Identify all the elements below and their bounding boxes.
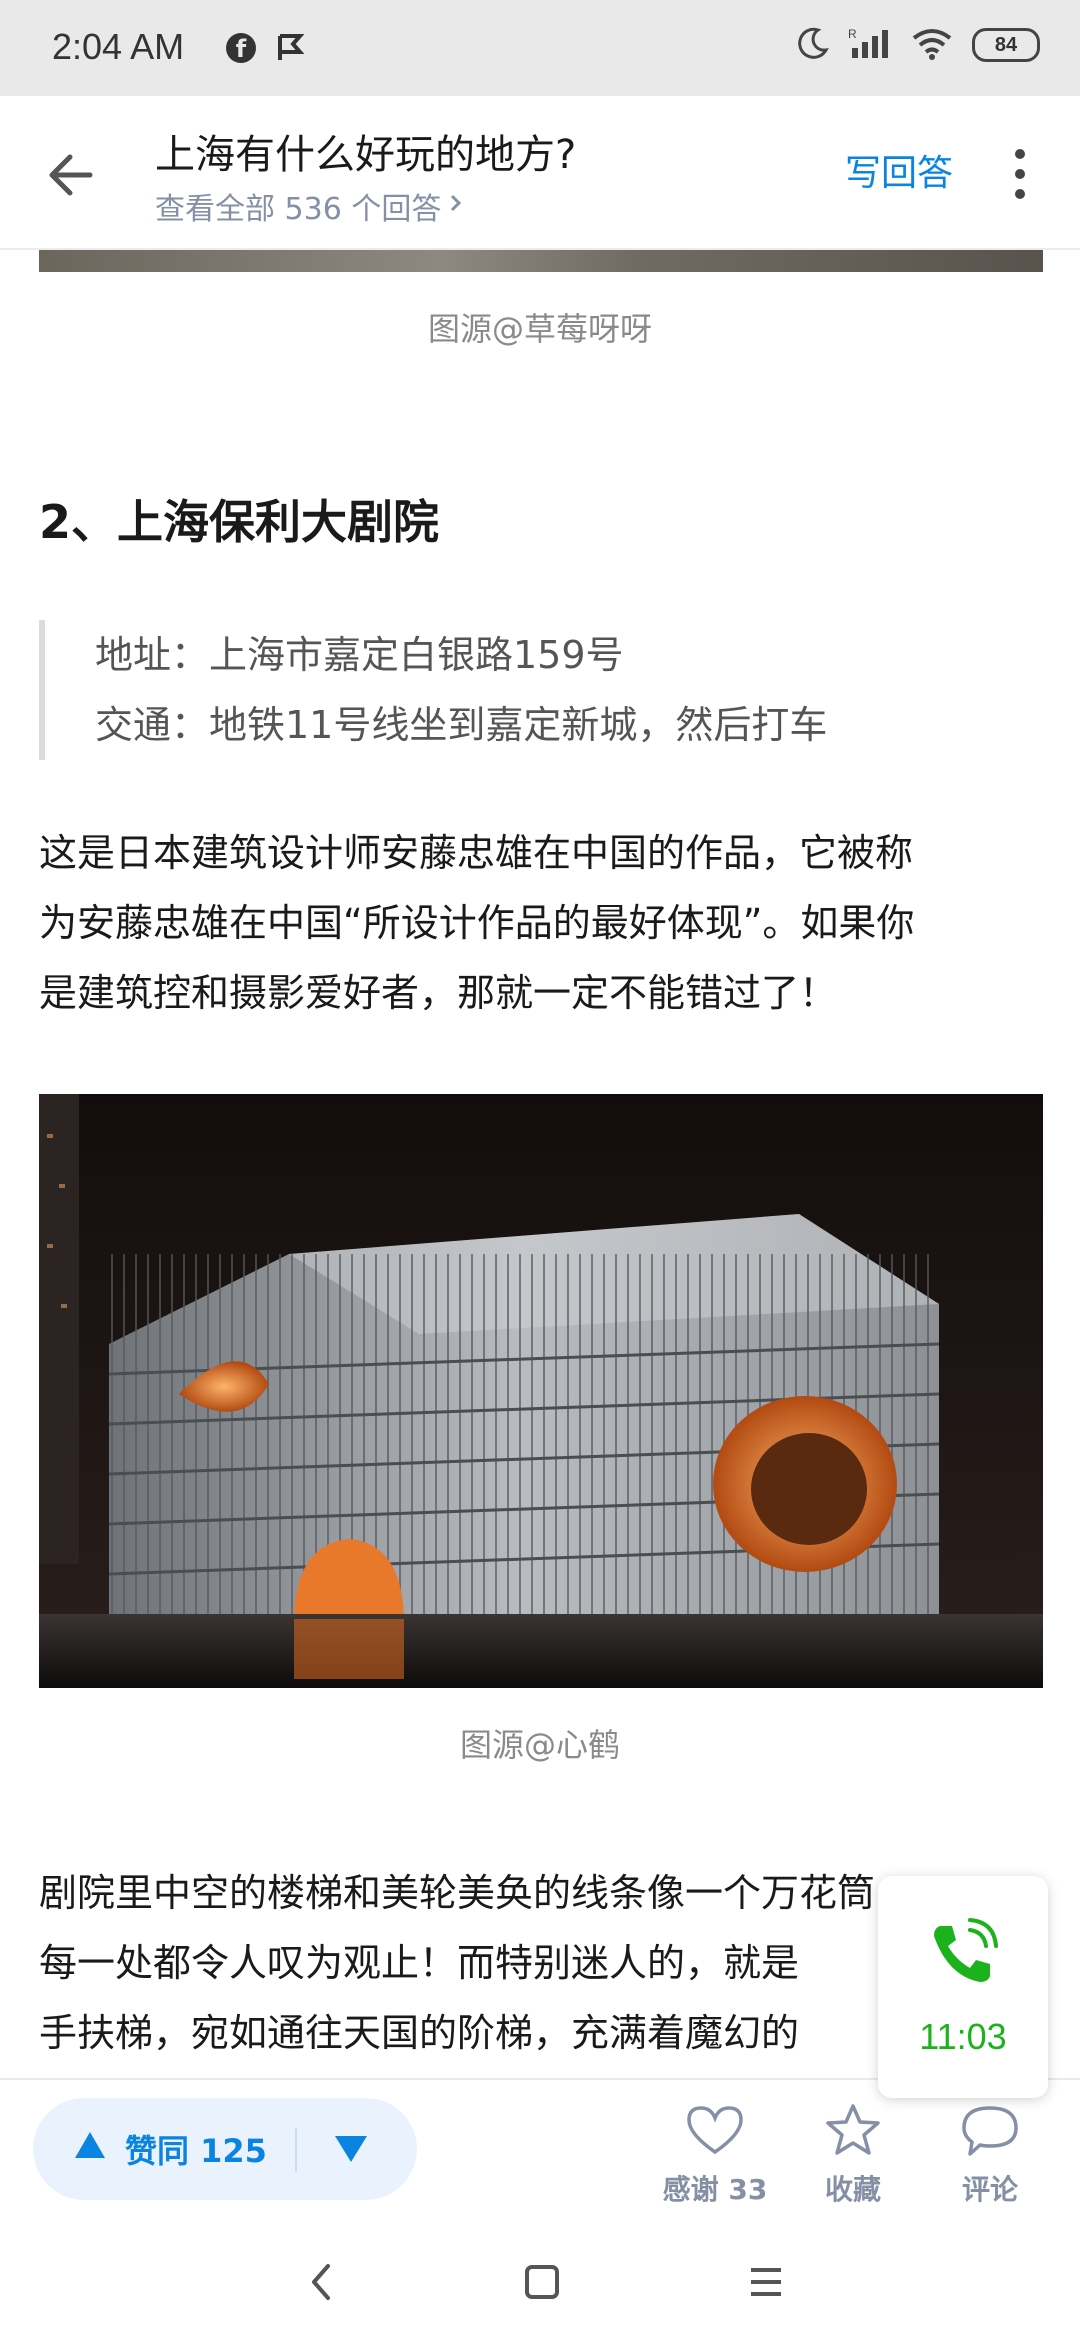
paragraph-line: 为安藤忠雄在中国“所设计作品的最好体现”。如果你 (39, 901, 915, 945)
more-options-icon[interactable] (1005, 144, 1035, 204)
question-header: 上海有什么好玩的地方? 查看全部 536 个回答 写回答 (0, 96, 1080, 250)
upvote-button[interactable]: 赞同 125 (73, 2098, 267, 2200)
photo-caption: 图源@草莓呀呀 (427, 310, 652, 348)
status-time: 2:04 AM (52, 26, 185, 67)
view-all-answers-label: 查看全部 536 个回答 (155, 192, 442, 227)
paragraph-line: 这是日本建筑设计师安藤忠雄在中国的作品，它被称 (39, 831, 914, 875)
speech-bubble-icon (960, 2106, 1020, 2162)
chevron-right-icon (447, 189, 465, 224)
previous-photo-bottom (39, 248, 1043, 272)
paragraph: 这是日本建筑设计师安藤忠雄在中国的作品，它被称 为安藤忠雄在中国“所设计作品的最… (39, 818, 1049, 1028)
flag-icon (276, 32, 306, 66)
downvote-button[interactable] (333, 2132, 369, 2168)
vote-control: 赞同 125 (33, 2098, 417, 2200)
paragraph-line: 是建筑控和摄影爱好者，那就一定不能错过了！ (39, 971, 838, 1015)
theatre-photo[interactable] (39, 1094, 1043, 1688)
status-bar: 2:04 AM f R 84 (0, 0, 1080, 96)
vote-divider (295, 2128, 297, 2172)
write-answer-button[interactable]: 写回答 (845, 144, 953, 196)
system-nav-bar (0, 2224, 1080, 2340)
moon-icon (796, 26, 830, 64)
ongoing-call-bubble[interactable]: 11:03 (878, 1876, 1048, 2098)
wifi-icon (910, 26, 954, 64)
star-icon (823, 2104, 883, 2162)
info-blockquote: 地址：上海市嘉定白银路159号 交通：地铁11号线坐到嘉定新城，然后打车 (39, 620, 1080, 760)
nav-home-icon[interactable] (522, 2262, 562, 2306)
triangle-up-icon (73, 2130, 107, 2168)
comment-label: 评论 (961, 2173, 1018, 2206)
nav-menu-icon[interactable] (746, 2262, 786, 2306)
signal-icon: R (848, 26, 892, 64)
photo-caption: 图源@心鹤 (459, 1726, 620, 1764)
nav-back-icon[interactable] (302, 2260, 342, 2308)
favorite-button[interactable]: 收藏 (798, 2102, 908, 2208)
answer-action-bar: 赞同 125 感谢 33 收藏 评论 (0, 2078, 1080, 2226)
back-arrow-icon[interactable] (40, 140, 110, 210)
thanks-button[interactable]: 感谢 33 (660, 2102, 770, 2208)
question-title[interactable]: 上海有什么好玩的地方? (155, 122, 576, 180)
address-text: 地址：上海市嘉定白银路159号 (95, 633, 624, 677)
comment-button[interactable]: 评论 (935, 2102, 1045, 2208)
phone-call-icon (926, 1916, 1000, 1994)
thanks-label: 感谢 33 (662, 2173, 768, 2206)
call-duration: 11:03 (919, 2016, 1007, 2057)
upvote-label: 赞同 125 (125, 2132, 267, 2170)
facebook-icon: f (226, 33, 256, 63)
section-heading: 2、上海保利大剧院 (39, 495, 440, 549)
transport-text: 交通：地铁11号线坐到嘉定新城，然后打车 (95, 703, 828, 747)
svg-text:R: R (848, 27, 857, 41)
favorite-label: 收藏 (824, 2173, 881, 2206)
heart-icon (685, 2106, 745, 2162)
battery-icon: 84 (972, 28, 1040, 62)
view-all-answers-link[interactable]: 查看全部 536 个回答 (155, 184, 465, 228)
